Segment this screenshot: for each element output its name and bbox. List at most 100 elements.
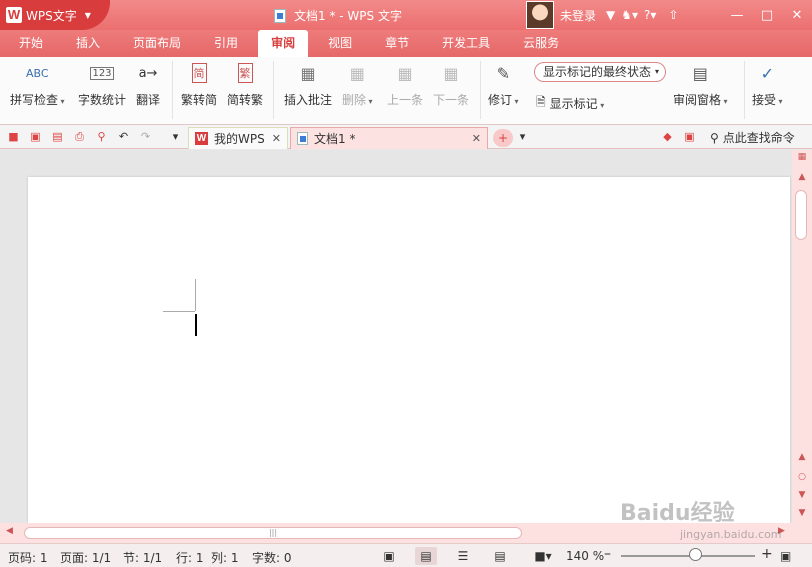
delete-comment-label: 删除 [342,91,373,108]
avatar[interactable] [526,1,554,29]
help-icon[interactable]: ?▾ [644,8,656,22]
chevron-down-icon[interactable]: ▾ [168,129,183,144]
window-title: 文档1 * - WPS 文字 [274,7,402,24]
maximize-icon: □ [760,7,774,23]
tab-references[interactable]: 引用 [201,30,251,57]
show-markup-button[interactable]: 🗎 显示标记 [536,93,604,114]
previous-page-icon[interactable]: ▲ [792,452,812,462]
track-changes-label: 修订 [488,91,519,108]
trad-to-simp-icon: 简 [187,61,211,85]
accept-button[interactable]: ✓ 接受 [752,61,783,108]
insert-comment-button[interactable]: ▦ 插入批注 [284,61,332,108]
find-command-button[interactable]: ⚲ 点此查找命令 [710,129,795,146]
translate-icon: a→ [138,65,158,81]
tool-icon[interactable]: ◆ [660,129,675,144]
previous-comment-button[interactable]: ▦ 上一条 [387,61,423,108]
zoom-level[interactable]: 140 % [566,549,604,563]
next-comment-button[interactable]: ▦ 下一条 [433,61,469,108]
next-page-icon[interactable]: ▼ [792,490,812,500]
web-view-icon[interactable]: ▤ [489,547,511,565]
markup-state-dropdown[interactable]: 显示标记的最终状态 [534,62,666,82]
delete-comment-icon: ▦ [349,63,365,83]
document-icon: 🗎 [536,95,546,109]
ruler-toggle-icon[interactable]: ▦ [792,152,812,162]
tab-cloud-service[interactable]: 云服务 [510,30,572,57]
fit-window-icon[interactable]: ▣ [780,549,791,563]
user-area[interactable]: 未登录 ▼ ♞▾ ?▾ ⇧ [526,0,679,30]
close-button[interactable]: ✕ [782,0,812,30]
print-preview-icon[interactable]: ⚲ [94,129,109,144]
shirt-icon[interactable]: ▼ [606,8,615,22]
export-pdf-icon[interactable]: ▤ [50,129,65,144]
tab-start[interactable]: 开始 [6,30,56,57]
select-browse-icon[interactable]: ○ [792,472,812,482]
comment-icon: ▦ [300,63,316,83]
page-view-icon[interactable]: ▤ [415,547,437,565]
status-word-count[interactable]: 字数: 0 [252,549,292,566]
document-page[interactable] [28,177,790,523]
spell-check-button[interactable]: ABC 拼写检查 [10,61,65,108]
word-count-label: 字数统计 [78,93,127,107]
scroll-down-icon[interactable]: ▼ [792,508,812,518]
close-icon[interactable]: ✕ [272,132,281,145]
zoom-slider-handle[interactable] [689,548,702,561]
trad-to-simp-label: 繁转简 [181,93,218,107]
tab-developer[interactable]: 开发工具 [429,30,503,57]
app-menu-button[interactable]: W WPS文字 ▼ [0,0,110,30]
upload-icon[interactable]: ⇧ [668,8,678,22]
next-comment-label: 下一条 [433,93,470,107]
next-comment-icon: ▦ [443,63,459,83]
close-icon[interactable]: ✕ [472,132,481,145]
trad-to-simp-button[interactable]: 简 繁转简 [181,61,217,108]
delete-comment-button[interactable]: ▦ 删除 [342,61,373,108]
divider [480,61,481,119]
track-changes-icon: ✎ [496,63,510,83]
zoom-slider[interactable] [621,555,755,557]
track-changes-button[interactable]: ✎ 修订 [488,61,519,108]
divider [744,61,745,119]
maximize-button[interactable]: □ [752,0,782,30]
zoom-in-icon[interactable]: + [761,546,773,562]
outline-view-icon[interactable]: ☰ [452,547,474,565]
app-name: WPS文字 [26,8,77,23]
minimize-button[interactable]: — [722,0,752,30]
rabbit-icon[interactable]: ♞▾ [621,8,638,22]
redo-icon[interactable]: ↷ [138,129,153,144]
open-icon[interactable]: ■ [6,129,21,144]
baidu-watermark: Baidu经验 [620,501,735,526]
scroll-left-icon[interactable]: ◀ [6,526,13,536]
horizontal-scroll-thumb[interactable]: ||| [24,527,522,539]
undo-icon[interactable]: ↶ [116,129,131,144]
scroll-up-icon[interactable]: ▲ [792,172,812,182]
tab-page-layout[interactable]: 页面布局 [120,30,194,57]
login-status[interactable]: 未登录 [560,7,596,24]
divider [273,61,274,119]
ribbon-review-panel: ABC 拼写检查 123 字数统计 a→ 翻译 简 繁转简 繁 简转繁 ▦ 插入… [0,57,812,125]
tab-insert[interactable]: 插入 [63,30,113,57]
tab-my-wps[interactable]: W 我的WPS ✕ [188,127,288,149]
simp-to-trad-icon: 繁 [233,61,257,85]
print-icon[interactable]: ⎙ [72,129,87,144]
review-pane-button[interactable]: ▤ 审阅窗格 [673,61,728,108]
vertical-scrollbar[interactable]: ▦ ▲ ▲ ○ ▼ ▼ [792,150,812,523]
translate-button[interactable]: a→ 翻译 [136,61,160,108]
save-icon[interactable]: ▣ [28,129,43,144]
fullscreen-icon[interactable]: ▣ [378,547,400,565]
tab-document1[interactable]: 文档1 * ✕ [290,127,488,149]
document-canvas[interactable]: ▤▾ [0,150,792,523]
reading-mode-icon[interactable]: ■▾ [528,547,558,565]
vertical-scroll-thumb[interactable] [795,190,807,240]
search-icon: ⚲ [710,130,719,145]
new-tab-button[interactable]: + [493,129,513,147]
chevron-down-icon[interactable]: ▾ [515,129,530,144]
word-count-button[interactable]: 123 字数统计 [78,61,126,108]
tab-view[interactable]: 视图 [315,30,365,57]
spell-check-icon: ABC [26,66,49,80]
tab-review[interactable]: 审阅 [258,30,309,57]
tab-chapter[interactable]: 章节 [372,30,422,57]
simp-to-trad-button[interactable]: 繁 简转繁 [227,61,263,108]
zoom-out-icon[interactable]: – [604,546,611,562]
ribbon-tabs: 开始 插入 页面布局 引用 审阅 视图 章节 开发工具 云服务 [0,30,812,57]
tab-document1-label: 文档1 * [314,132,356,146]
skin-icon[interactable]: ▣ [682,129,697,144]
